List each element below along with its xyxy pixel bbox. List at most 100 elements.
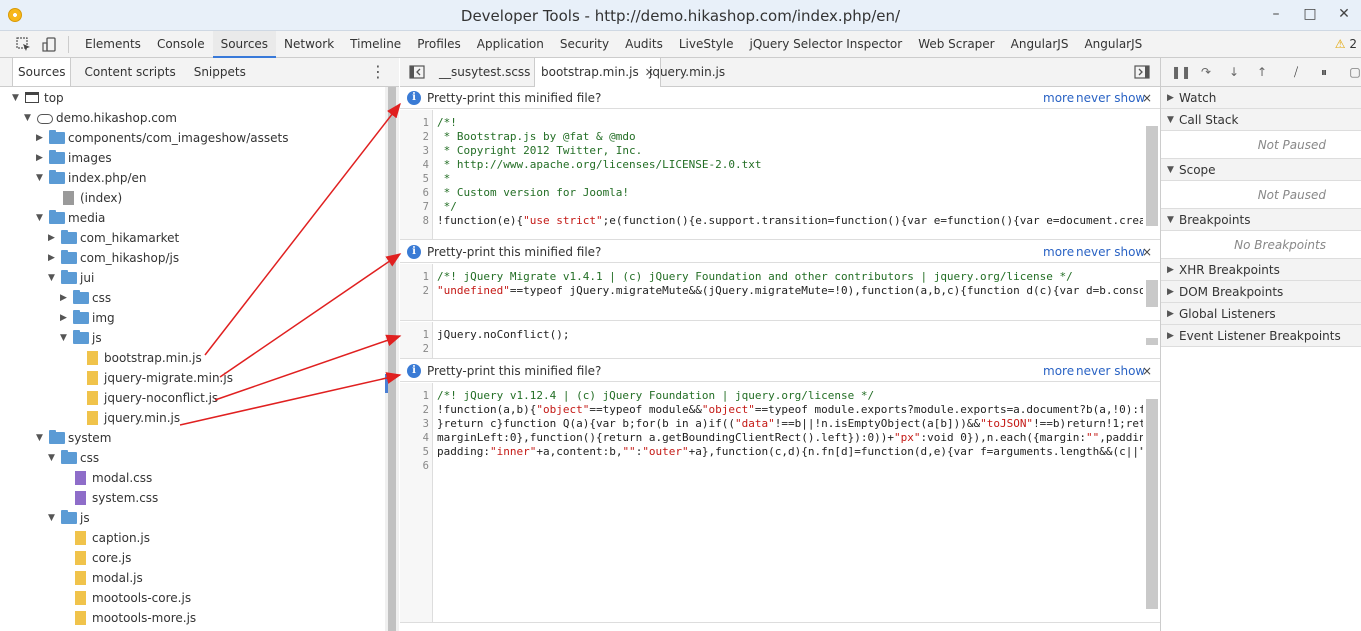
tree-item[interactable]: ▶ com_hikashop/js bbox=[0, 248, 385, 268]
panel-tab-sources[interactable]: Sources bbox=[212, 31, 277, 58]
more-options-icon[interactable]: ⋮ bbox=[370, 64, 386, 80]
editor-tab[interactable]: __susytest.scss bbox=[433, 58, 536, 87]
step-into-icon[interactable]: ↓ bbox=[1227, 65, 1241, 79]
close-window-icon[interactable]: ✕ bbox=[1333, 4, 1355, 24]
debugger-section-watch[interactable]: ▶ Watch bbox=[1161, 87, 1361, 109]
expand-right-icon[interactable]: ▶ bbox=[48, 228, 58, 248]
minimize-icon[interactable]: – bbox=[1265, 4, 1287, 24]
never-show-link[interactable]: never show bbox=[1076, 241, 1145, 263]
tree-item[interactable]: modal.css bbox=[0, 468, 385, 488]
more-link[interactable]: more bbox=[1043, 360, 1074, 382]
tree-item[interactable]: ▼ system bbox=[0, 428, 385, 448]
tree-item[interactable]: ▼ js bbox=[0, 328, 385, 348]
step-over-icon[interactable]: ↷ bbox=[1199, 65, 1213, 79]
panel-tab-angularjs[interactable]: AngularJS bbox=[1003, 31, 1077, 58]
expand-down-icon[interactable]: ▼ bbox=[48, 508, 58, 528]
expand-right-icon[interactable]: ▶ bbox=[1167, 325, 1174, 347]
expand-down-icon[interactable]: ▼ bbox=[48, 448, 58, 468]
tree-item[interactable]: jquery.min.js bbox=[0, 408, 385, 428]
navigator-scrollbar[interactable] bbox=[385, 87, 399, 631]
debugger-section-call-stack[interactable]: ▼ Call Stack bbox=[1161, 109, 1361, 131]
expand-down-icon[interactable]: ▼ bbox=[24, 108, 34, 128]
more-link[interactable]: more bbox=[1043, 241, 1074, 263]
expand-down-icon[interactable]: ▼ bbox=[1167, 209, 1174, 231]
tree-item[interactable]: modal.js bbox=[0, 568, 385, 588]
debugger-section-scope[interactable]: ▼ Scope bbox=[1161, 159, 1361, 181]
expand-down-icon[interactable]: ▼ bbox=[36, 208, 46, 228]
expand-right-icon[interactable]: ▶ bbox=[48, 248, 58, 268]
close-infobar-icon[interactable]: × bbox=[1142, 360, 1152, 382]
tree-item[interactable]: jquery-noconflict.js bbox=[0, 388, 385, 408]
deactivate-breakpoints-icon[interactable]: ⧸ bbox=[1289, 65, 1303, 79]
tree-item[interactable]: bootstrap.min.js bbox=[0, 348, 385, 368]
panel-tab-application[interactable]: Application bbox=[469, 31, 552, 58]
tree-item[interactable]: ▶ images bbox=[0, 148, 385, 168]
pause-icon[interactable]: ❚❚ bbox=[1171, 65, 1191, 79]
tree-item[interactable]: ▼ css bbox=[0, 448, 385, 468]
panel-tab-profiles[interactable]: Profiles bbox=[409, 31, 469, 58]
device-mode-icon[interactable] bbox=[42, 37, 58, 53]
code-view[interactable]: 1 jQuery.noConflict(); 2 bbox=[400, 322, 1160, 359]
expand-right-icon[interactable]: ▶ bbox=[36, 128, 46, 148]
tree-item[interactable]: ▶ css bbox=[0, 288, 385, 308]
expand-right-icon[interactable]: ▶ bbox=[60, 288, 70, 308]
maximize-icon[interactable]: □ bbox=[1299, 4, 1321, 24]
panel-tab-web-scraper[interactable]: Web Scraper bbox=[910, 31, 1002, 58]
editor-tab[interactable]: jquery.min.js bbox=[643, 58, 731, 87]
close-infobar-icon[interactable]: × bbox=[1142, 87, 1152, 109]
expand-down-icon[interactable]: ▼ bbox=[60, 328, 70, 348]
tree-item[interactable]: caption.js bbox=[0, 528, 385, 548]
navigator-tab-content-scripts[interactable]: Content scripts bbox=[79, 58, 180, 86]
expand-down-icon[interactable]: ▼ bbox=[1167, 109, 1174, 131]
tree-item[interactable]: core.js bbox=[0, 548, 385, 568]
panel-tab-jquery-selector-inspector[interactable]: jQuery Selector Inspector bbox=[742, 31, 911, 58]
expand-down-icon[interactable]: ▼ bbox=[1167, 159, 1174, 181]
tree-item[interactable]: ▼ js bbox=[0, 508, 385, 528]
async-icon[interactable]: ▢ bbox=[1348, 65, 1361, 79]
editor-scrollbar-thumb[interactable] bbox=[1146, 280, 1158, 307]
panel-tab-console[interactable]: Console bbox=[149, 31, 213, 58]
tree-item[interactable]: ▼ media bbox=[0, 208, 385, 228]
expand-down-icon[interactable]: ▼ bbox=[48, 268, 58, 288]
code-view[interactable]: 1 /*! jQuery Migrate v1.4.1 | (c) jQuery … bbox=[400, 264, 1160, 321]
code-view[interactable]: 1 /*! jQuery v1.12.4 | (c) jQuery Foundat… bbox=[400, 383, 1160, 623]
code-view[interactable]: 1 /*! 2 * Bootstrap.js by @fat & @mdo 3 * C… bbox=[400, 110, 1160, 240]
editor-scrollbar-thumb[interactable] bbox=[1146, 338, 1158, 345]
close-infobar-icon[interactable]: × bbox=[1142, 241, 1152, 263]
expand-down-icon[interactable]: ▼ bbox=[36, 428, 46, 448]
navigator-tab-snippets[interactable]: Snippets bbox=[189, 58, 251, 86]
panel-tab-audits[interactable]: Audits bbox=[617, 31, 671, 58]
expand-right-icon[interactable]: ▶ bbox=[60, 308, 70, 328]
debugger-section-global-listeners[interactable]: ▶ Global Listeners bbox=[1161, 303, 1361, 325]
expand-right-icon[interactable]: ▶ bbox=[1167, 303, 1174, 325]
tree-item[interactable]: ▼ jui bbox=[0, 268, 385, 288]
tree-item[interactable]: (index) bbox=[0, 188, 385, 208]
panel-tab-livestyle[interactable]: LiveStyle bbox=[671, 31, 742, 58]
expand-down-icon[interactable]: ▼ bbox=[12, 88, 22, 108]
panel-tab-timeline[interactable]: Timeline bbox=[342, 31, 409, 58]
tree-item[interactable]: ▶ img bbox=[0, 308, 385, 328]
debugger-section-breakpoints[interactable]: ▼ Breakpoints bbox=[1161, 209, 1361, 231]
never-show-link[interactable]: never show bbox=[1076, 87, 1145, 109]
debugger-section-xhr-breakpoints[interactable]: ▶ XHR Breakpoints bbox=[1161, 259, 1361, 281]
tree-item[interactable]: jquery-migrate.min.js bbox=[0, 368, 385, 388]
step-out-icon[interactable]: ↑ bbox=[1255, 65, 1269, 79]
tree-item[interactable]: ▶ components/com_imageshow/assets bbox=[0, 128, 385, 148]
tree-item[interactable]: ▼ index.php/en bbox=[0, 168, 385, 188]
inspect-element-icon[interactable] bbox=[16, 37, 32, 53]
toggle-navigator-icon[interactable] bbox=[409, 65, 425, 79]
debugger-section-dom-breakpoints[interactable]: ▶ DOM Breakpoints bbox=[1161, 281, 1361, 303]
editor-scrollbar-thumb[interactable] bbox=[1146, 126, 1158, 226]
expand-right-icon[interactable]: ▶ bbox=[36, 148, 46, 168]
more-link[interactable]: more bbox=[1043, 87, 1074, 109]
tree-item[interactable]: mootools-core.js bbox=[0, 588, 385, 608]
panel-tab-elements[interactable]: Elements bbox=[77, 31, 149, 58]
expand-right-icon[interactable]: ▶ bbox=[1167, 87, 1174, 109]
tree-item[interactable]: ▼ demo.hikashop.com bbox=[0, 108, 385, 128]
navigator-tab-sources[interactable]: Sources bbox=[12, 58, 72, 86]
editor-tab[interactable]: bootstrap.min.js ✕ bbox=[534, 58, 661, 87]
warnings-indicator[interactable]: ⚠ 2 bbox=[1335, 37, 1357, 51]
expand-right-icon[interactable]: ▶ bbox=[1167, 281, 1174, 303]
scrollbar-thumb[interactable] bbox=[388, 87, 396, 631]
panel-tab-angularjs[interactable]: AngularJS bbox=[1076, 31, 1150, 58]
